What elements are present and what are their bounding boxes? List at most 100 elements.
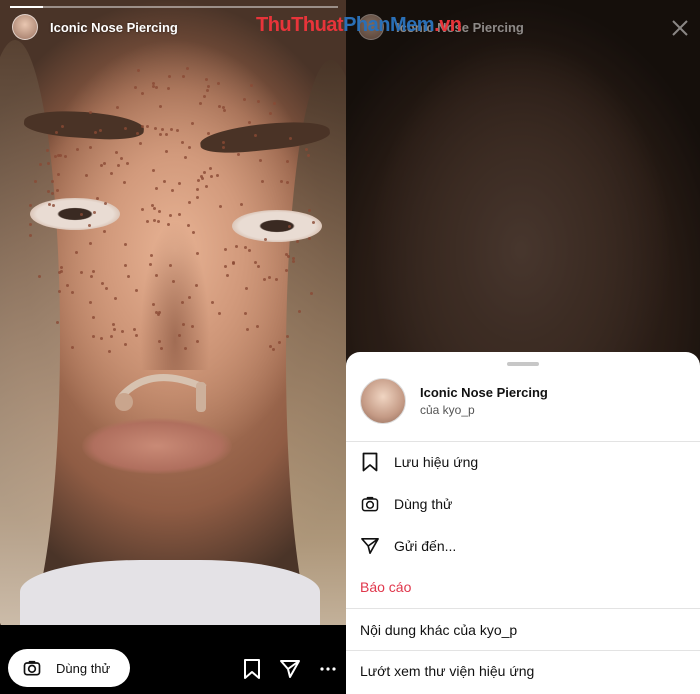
freckle [88, 110, 92, 114]
freckle [178, 182, 182, 186]
freckle [134, 86, 138, 90]
freckle [109, 335, 113, 339]
freckle [134, 334, 138, 338]
freckle [194, 283, 198, 287]
freckle [311, 220, 315, 224]
freckle [175, 129, 179, 133]
freckle [145, 219, 149, 223]
freckle [111, 323, 115, 327]
freckle [224, 265, 228, 269]
freckle [188, 201, 192, 205]
freckle [80, 271, 84, 275]
freckle [196, 196, 200, 200]
freckle [218, 312, 222, 316]
freckle [184, 155, 188, 159]
freckle [167, 86, 171, 90]
freckle [288, 136, 292, 140]
freckle [269, 111, 273, 115]
watermark-part-3: .vn [434, 14, 462, 36]
freckle [123, 127, 127, 131]
freckle [103, 201, 107, 205]
effect-title[interactable]: Iconic Nose Piercing [50, 20, 178, 35]
freckle [121, 329, 125, 333]
freckle [163, 180, 167, 184]
freckle [159, 132, 163, 136]
freckle [209, 167, 213, 171]
lips [82, 418, 232, 474]
freckle [210, 300, 214, 304]
freckle [50, 179, 54, 183]
freckle [169, 128, 173, 132]
freckle [105, 286, 109, 290]
effect-thumbnail[interactable] [360, 378, 406, 424]
freckle [167, 222, 171, 226]
freckle [274, 277, 278, 281]
freckle [224, 247, 228, 251]
freckle [259, 158, 263, 162]
freckle [161, 128, 165, 132]
freckle [66, 284, 70, 288]
camera-icon [360, 494, 380, 514]
freckle [190, 122, 194, 126]
freckle [296, 239, 300, 243]
freckle [34, 179, 38, 183]
try-effect-item[interactable]: Dùng thử [360, 494, 452, 514]
freckle [260, 179, 264, 183]
freckle [181, 322, 185, 326]
freckle [88, 300, 92, 304]
sheet-handle[interactable] [507, 362, 539, 366]
send-icon [360, 536, 380, 556]
more-from-creator-item[interactable]: Nội dung khác của kyo_p [360, 622, 517, 638]
freckle [243, 311, 247, 315]
close-icon[interactable] [670, 18, 690, 38]
report-item[interactable]: Báo cáo [360, 579, 411, 595]
freckle [183, 347, 187, 351]
divider [346, 608, 700, 609]
freckle [84, 174, 88, 178]
freckle [158, 105, 162, 109]
effect-info[interactable]: Iconic Nose Piercing của kyo_p [360, 378, 548, 424]
freckle [306, 154, 310, 158]
freckle [203, 94, 207, 98]
freckle [101, 282, 105, 286]
send-to-item[interactable]: Gửi đến... [360, 536, 456, 556]
watermark-part-1: ThuThuat [256, 14, 344, 36]
send-icon[interactable] [278, 657, 302, 681]
effect-options-screen: Iconic Nose Piercing Iconic Nose Piercin… [346, 0, 700, 694]
freckle [141, 91, 145, 95]
freckle [203, 171, 207, 175]
freckle [267, 275, 271, 279]
freckle [199, 174, 203, 178]
freckle [123, 180, 127, 184]
effect-creator[interactable]: của kyo_p [420, 403, 548, 417]
try-effect-item-label: Dùng thử [394, 496, 453, 512]
freckle [89, 274, 93, 278]
try-effect-button[interactable]: Dùng thử [8, 649, 130, 687]
freckle [254, 260, 258, 264]
effect-avatar[interactable] [12, 14, 38, 40]
bookmark-icon[interactable] [240, 657, 264, 681]
freckle [171, 279, 175, 283]
hair-right [286, 60, 346, 660]
freckle [170, 188, 174, 192]
freckle [71, 290, 74, 294]
face-effect-photo [0, 0, 346, 660]
story-header[interactable]: Iconic Nose Piercing [12, 14, 178, 40]
freckle [257, 99, 261, 103]
browse-effect-gallery-item[interactable]: Lướt xem thư viện hiệu ứng [360, 663, 534, 679]
freckle [231, 261, 235, 265]
freckle [108, 349, 112, 353]
freckle [91, 316, 95, 320]
freckle [113, 327, 117, 331]
story-viewer[interactable]: Iconic Nose Piercing Dùng thử [0, 0, 346, 694]
save-effect-item[interactable]: Lưu hiệu ứng [360, 452, 478, 472]
more-options-icon[interactable] [316, 657, 340, 681]
freckle [168, 75, 172, 79]
freckle [168, 214, 172, 218]
story-progress-bar [10, 6, 338, 8]
freckle [123, 242, 127, 246]
freckle [235, 245, 239, 249]
freckle [113, 296, 117, 300]
freckle [165, 132, 169, 136]
camera-icon [23, 660, 41, 676]
